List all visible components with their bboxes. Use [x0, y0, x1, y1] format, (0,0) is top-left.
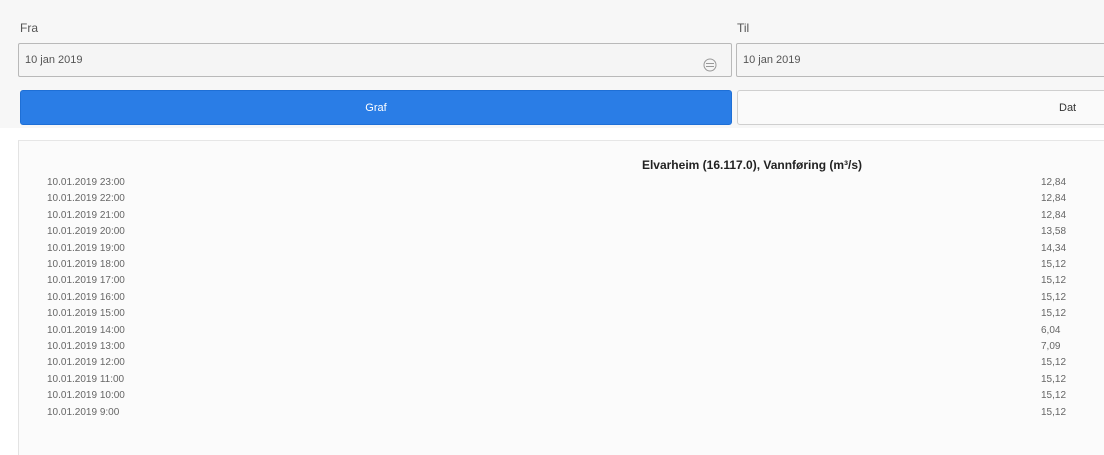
row-timestamp: 10.01.2019 16:00 [47, 291, 125, 303]
row-value: 15,12 [1041, 357, 1067, 369]
from-date-field[interactable]: 10 jan 2019 [18, 43, 732, 77]
table-row: 10.01.2019 16:00 15,12 [19, 292, 1104, 306]
table-row: 10.01.2019 17:00 15,12 [19, 275, 1104, 289]
calendar-icon[interactable] [703, 53, 717, 72]
graf-button[interactable]: Graf [20, 90, 732, 125]
row-value: 14,34 [1041, 242, 1067, 254]
table-row: 10.01.2019 13:00 7,09 [19, 341, 1104, 355]
row-timestamp: 10.01.2019 10:00 [47, 390, 125, 402]
from-label: Fra [20, 21, 38, 35]
row-value: 12,84 [1041, 177, 1067, 188]
row-timestamp: 10.01.2019 23:00 [47, 177, 125, 188]
row-timestamp: 10.01.2019 18:00 [47, 259, 125, 270]
table-row: 10.01.2019 18:00 15,12 [19, 259, 1104, 273]
to-date-value: 10 jan 2019 [743, 54, 801, 66]
row-timestamp: 10.01.2019 9:00 [47, 406, 120, 418]
row-value: 15,12 [1041, 406, 1067, 418]
row-value: 15,12 [1041, 308, 1067, 320]
row-timestamp: 10.01.2019 14:00 [47, 324, 125, 336]
row-timestamp: 10.01.2019 21:00 [47, 209, 125, 221]
row-timestamp: 10.01.2019 20:00 [47, 226, 125, 238]
date-range-header: Fra Til 10 jan 2019 10 jan 2019 Graf Dat [0, 0, 1104, 128]
data-button[interactable]: Dat [737, 90, 1104, 125]
row-value: 12,84 [1041, 193, 1067, 205]
data-table-panel: Elvarheim (16.117.0), Vannføring (m³/s) … [18, 140, 1104, 455]
table-row: 10.01.2019 20:00 13,58 [19, 226, 1104, 240]
row-value: 15,12 [1041, 275, 1067, 287]
table-row: 10.01.2019 14:00 6,04 [19, 325, 1104, 339]
row-value: 15,12 [1041, 373, 1067, 385]
data-button-label: Dat [1059, 102, 1077, 114]
table-row: 10.01.2019 22:00 12,84 [19, 193, 1104, 207]
row-timestamp: 10.01.2019 11:00 [47, 373, 125, 385]
row-timestamp: 10.01.2019 15:00 [47, 308, 125, 320]
row-value: 12,84 [1041, 209, 1067, 221]
table-row: 10.01.2019 19:00 14,34 [19, 243, 1104, 257]
table-row: 10.01.2019 21:00 12,84 [19, 210, 1104, 224]
row-timestamp: 10.01.2019 13:00 [47, 341, 125, 352]
table-row: 10.01.2019 11:00 15,12 [19, 374, 1104, 388]
table-row: 10.01.2019 9:00 15,12 [19, 407, 1104, 421]
table-row: 10.01.2019 12:00 15,12 [19, 357, 1104, 371]
row-value: 7,09 [1041, 341, 1061, 352]
row-timestamp: 10.01.2019 17:00 [47, 275, 125, 287]
table-row: 10.01.2019 15:00 15,12 [19, 308, 1104, 322]
row-timestamp: 10.01.2019 12:00 [47, 357, 125, 369]
table-title: Elvarheim (16.117.0), Vannføring (m³/s) [641, 158, 863, 172]
table-row: 10.01.2019 10:00 15,12 [19, 390, 1104, 404]
from-date-value: 10 jan 2019 [25, 54, 83, 66]
to-date-field[interactable]: 10 jan 2019 [736, 43, 1104, 77]
row-timestamp: 10.01.2019 19:00 [47, 242, 125, 254]
row-value: 15,12 [1041, 291, 1067, 303]
row-value: 15,12 [1041, 390, 1067, 402]
row-value: 13,58 [1041, 226, 1067, 238]
row-value: 15,12 [1041, 259, 1067, 270]
table-row: 10.01.2019 23:00 12,84 [19, 177, 1104, 191]
row-timestamp: 10.01.2019 22:00 [47, 193, 125, 205]
row-value: 6,04 [1041, 324, 1061, 336]
to-label: Til [737, 21, 750, 35]
